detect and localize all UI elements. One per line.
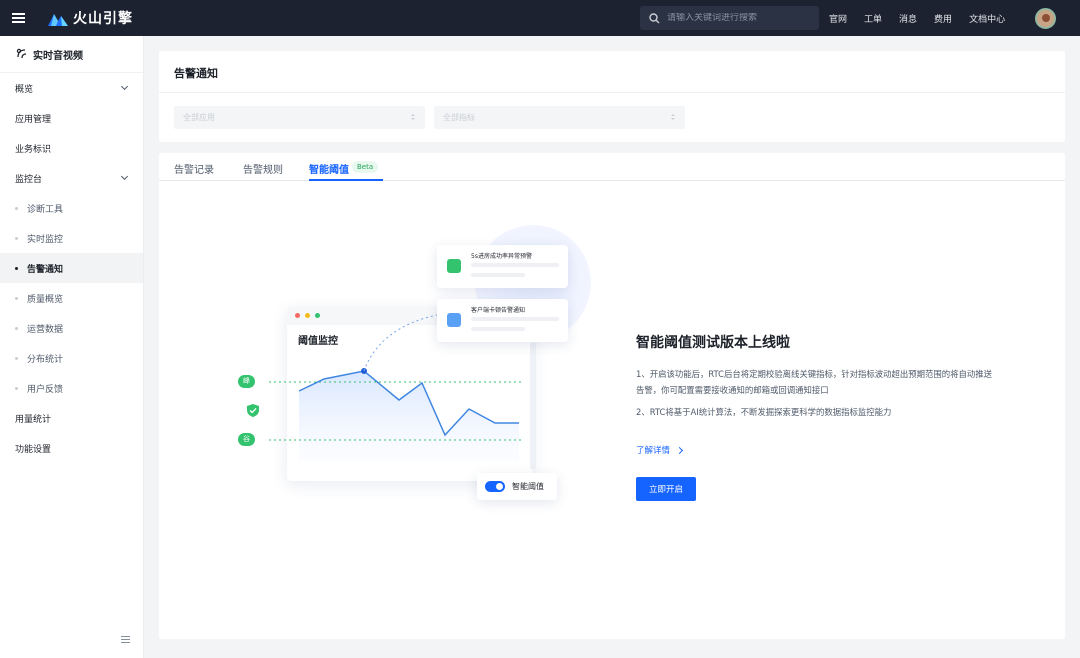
peak-tag: 峰值	[238, 375, 255, 398]
sidebar-item[interactable]: 功能设置	[0, 433, 143, 463]
brand-logo[interactable]: 火山引擎	[48, 8, 133, 28]
sidebar-item[interactable]: 监控台	[0, 163, 143, 193]
toggle-switch	[485, 481, 505, 492]
sidebar-item[interactable]: 应用管理	[0, 103, 143, 133]
placeholder-line	[471, 273, 525, 277]
volcano-logo-icon	[48, 14, 68, 26]
sidebar-item[interactable]: 用量统计	[0, 403, 143, 433]
learn-more-link[interactable]: 了解详情	[636, 444, 684, 456]
user-avatar[interactable]	[1035, 8, 1056, 29]
sidebar-item-label: 分布统计	[27, 354, 64, 365]
top-nav-link[interactable]: 文档中心	[969, 12, 1005, 25]
chart-area	[299, 371, 519, 461]
enable-now-button[interactable]: 立即开启	[636, 477, 696, 501]
sidebar-item-label: 诊断工具	[27, 204, 64, 215]
sidebar-item-label: 用量统计	[15, 414, 52, 425]
app-select[interactable]: 全部应用	[174, 106, 425, 129]
select-arrow-icon	[411, 114, 415, 120]
search-icon	[649, 12, 660, 23]
learn-more-label: 了解详情	[636, 446, 671, 456]
sidebar-product-name: 实时音视频	[33, 50, 83, 62]
threshold-line-chart	[269, 312, 536, 469]
promo-point-2: 2、RTC将基于AI统计算法，不断发掘探索更科学的数据指标监控能力	[636, 407, 892, 417]
sidebar-item-label: 概览	[15, 84, 34, 95]
divider	[159, 92, 1065, 93]
sidebar-item-label: 实时监控	[27, 234, 64, 245]
global-search[interactable]	[640, 6, 819, 30]
sidebar-item[interactable]: 告警通知	[0, 253, 143, 283]
sidebar-item-label: 业务标识	[15, 144, 52, 155]
sidebar-item-label: 用户反馈	[27, 384, 64, 395]
sidebar-item[interactable]: 业务标识	[0, 133, 143, 163]
placeholder-line	[471, 263, 559, 267]
sidebar-item[interactable]: 实时监控	[0, 223, 143, 253]
notification-title: 5s进房成功率异常预警	[471, 253, 532, 260]
chevron-down-icon	[120, 172, 129, 181]
alert-content-card: 告警记录 告警规则 智能阈值 Beta 阈值监控 5s进房成功率异常预警 客户端…	[159, 153, 1065, 639]
smart-threshold-toggle-card: 智能阈值	[477, 473, 557, 500]
collapse-sidebar-icon[interactable]	[117, 631, 133, 647]
alert-connector	[363, 314, 438, 372]
top-nav-link[interactable]: 官网	[829, 12, 847, 25]
sidebar-item[interactable]: 运营数据	[0, 313, 143, 343]
select-arrow-icon	[671, 114, 675, 120]
top-nav-links: 官网 工单 消息 费用 文档中心	[829, 0, 1022, 36]
toggle-label: 智能阈值	[512, 482, 544, 491]
notification-title: 客户端卡顿告警通知	[471, 307, 526, 314]
sidebar-menu: 概览应用管理业务标识监控台诊断工具实时监控告警通知质量概览运营数据分布统计用户反…	[0, 73, 143, 463]
notification-card: 5s进房成功率异常预警	[437, 245, 568, 288]
placeholder-line	[471, 327, 525, 331]
notification-card: 客户端卡顿告警通知	[437, 299, 568, 342]
brand-name: 火山引擎	[73, 11, 133, 27]
alert-page-header-card: 告警通知 全部应用 全部指标	[159, 51, 1065, 142]
search-input[interactable]	[667, 13, 807, 23]
sidebar-item[interactable]: 分布统计	[0, 343, 143, 373]
rtc-product-icon	[16, 48, 27, 59]
metric-select[interactable]: 全部指标	[434, 106, 685, 129]
promo-title: 智能阈值测试版本上线啦	[636, 335, 790, 351]
shield-check-icon	[247, 404, 259, 417]
valley-tag: 谷值	[238, 433, 255, 456]
sidebar-product-header[interactable]: 实时音视频	[0, 36, 143, 73]
metric-select-value: 全部指标	[443, 113, 475, 122]
chat-icon	[447, 259, 461, 273]
sidebar-item-label: 告警通知	[27, 264, 64, 275]
sidebar-item-label: 监控台	[15, 174, 43, 185]
sidebar-item-label: 功能设置	[15, 444, 52, 455]
top-nav-link[interactable]: 消息	[899, 12, 917, 25]
sidebar-item-label: 质量概览	[27, 294, 64, 305]
sidebar-item[interactable]: 诊断工具	[0, 193, 143, 223]
mail-icon	[447, 313, 461, 327]
app-select-value: 全部应用	[183, 113, 215, 122]
top-nav-link[interactable]: 费用	[934, 12, 952, 25]
sidebar-item[interactable]: 概览	[0, 73, 143, 103]
promo-point-1: 1、开启该功能后，RTC后台将定期校验离线关键指标，针对指标波动超出预期范围的将…	[636, 369, 993, 395]
chevron-right-icon	[675, 446, 684, 454]
page-title: 告警通知	[174, 67, 218, 80]
sidebar-item[interactable]: 质量概览	[0, 283, 143, 313]
sidebar: 实时音视频 概览应用管理业务标识监控台诊断工具实时监控告警通知质量概览运营数据分…	[0, 36, 144, 658]
sidebar-item-label: 运营数据	[27, 324, 64, 335]
top-nav-link[interactable]: 工单	[864, 12, 882, 25]
chevron-down-icon	[120, 82, 129, 91]
sidebar-item-label: 应用管理	[15, 114, 52, 125]
menu-icon[interactable]	[0, 0, 36, 36]
top-bar: 火山引擎 官网 工单 消息 费用 文档中心	[0, 0, 1080, 36]
sidebar-item[interactable]: 用户反馈	[0, 373, 143, 403]
placeholder-line	[471, 317, 559, 321]
